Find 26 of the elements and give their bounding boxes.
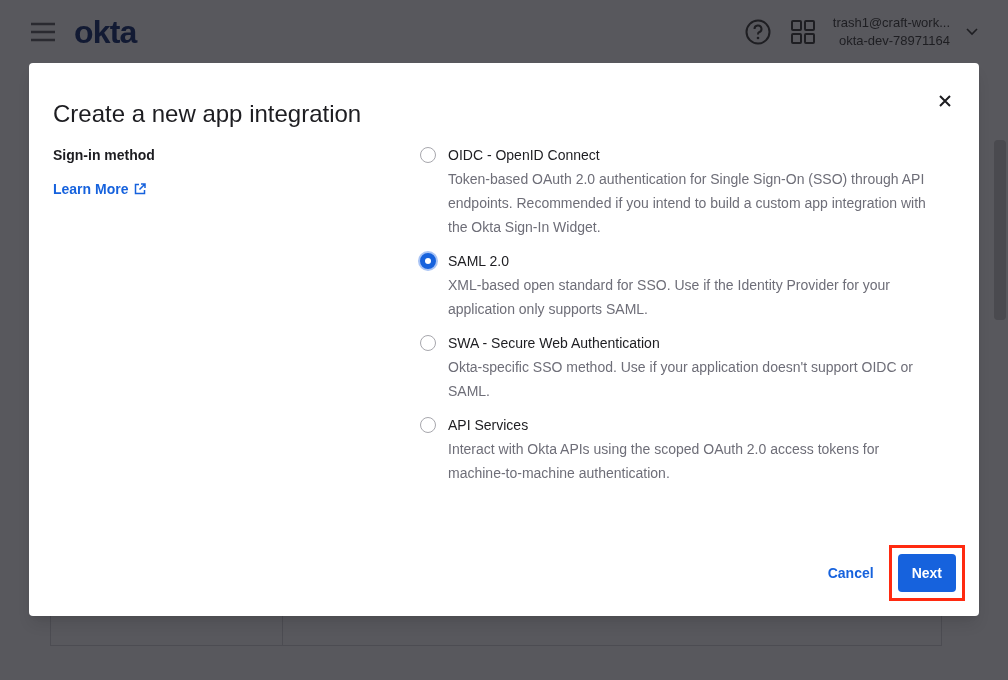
option-label[interactable]: SAML 2.0 (448, 249, 955, 273)
option-label[interactable]: OIDC - OpenID Connect (448, 143, 955, 167)
dialog-title: Create a new app integration (53, 99, 363, 129)
option-label[interactable]: API Services (448, 413, 955, 437)
radio-button[interactable] (420, 417, 436, 433)
chevron-down-icon[interactable] (966, 28, 978, 36)
next-button[interactable]: Next (897, 554, 956, 592)
help-icon[interactable] (744, 19, 771, 45)
option-description: Interact with Okta APIs using the scoped OAuth 2.0 access tokens for machine-to-machine authentication. (448, 440, 881, 483)
learn-more-link[interactable]: Learn More (53, 177, 147, 201)
radio-button[interactable] (420, 335, 436, 351)
external-link-icon (134, 183, 147, 195)
radio-button[interactable] (420, 253, 436, 269)
user-email: trash1@craft-work... (832, 14, 950, 32)
radio-button[interactable] (420, 147, 436, 163)
close-icon (939, 95, 951, 107)
option-label[interactable]: SWA - Secure Web Authentication (448, 331, 955, 355)
option-description: Token-based OAuth 2.0 authentication for Single Sign-On (SSO) through API endpoints. Recommended if you intend to build a custom app integration with the Okta Sign-In Widget. (448, 170, 927, 237)
menu-icon[interactable] (30, 22, 56, 42)
logo: okta (74, 16, 137, 48)
option-description: Okta-specific SSO method. Use if your application doesn't support OIDC or SAML. (448, 358, 914, 401)
apps-grid-icon[interactable] (790, 20, 815, 44)
cancel-button[interactable]: Cancel (827, 554, 874, 592)
section-label: Sign-in method (53, 146, 156, 165)
org-name: okta-dev-78971164 (838, 32, 950, 50)
option-description: XML-based open standard for SSO. Use if the Identity Provider for your application only supports SAML. (448, 276, 891, 319)
